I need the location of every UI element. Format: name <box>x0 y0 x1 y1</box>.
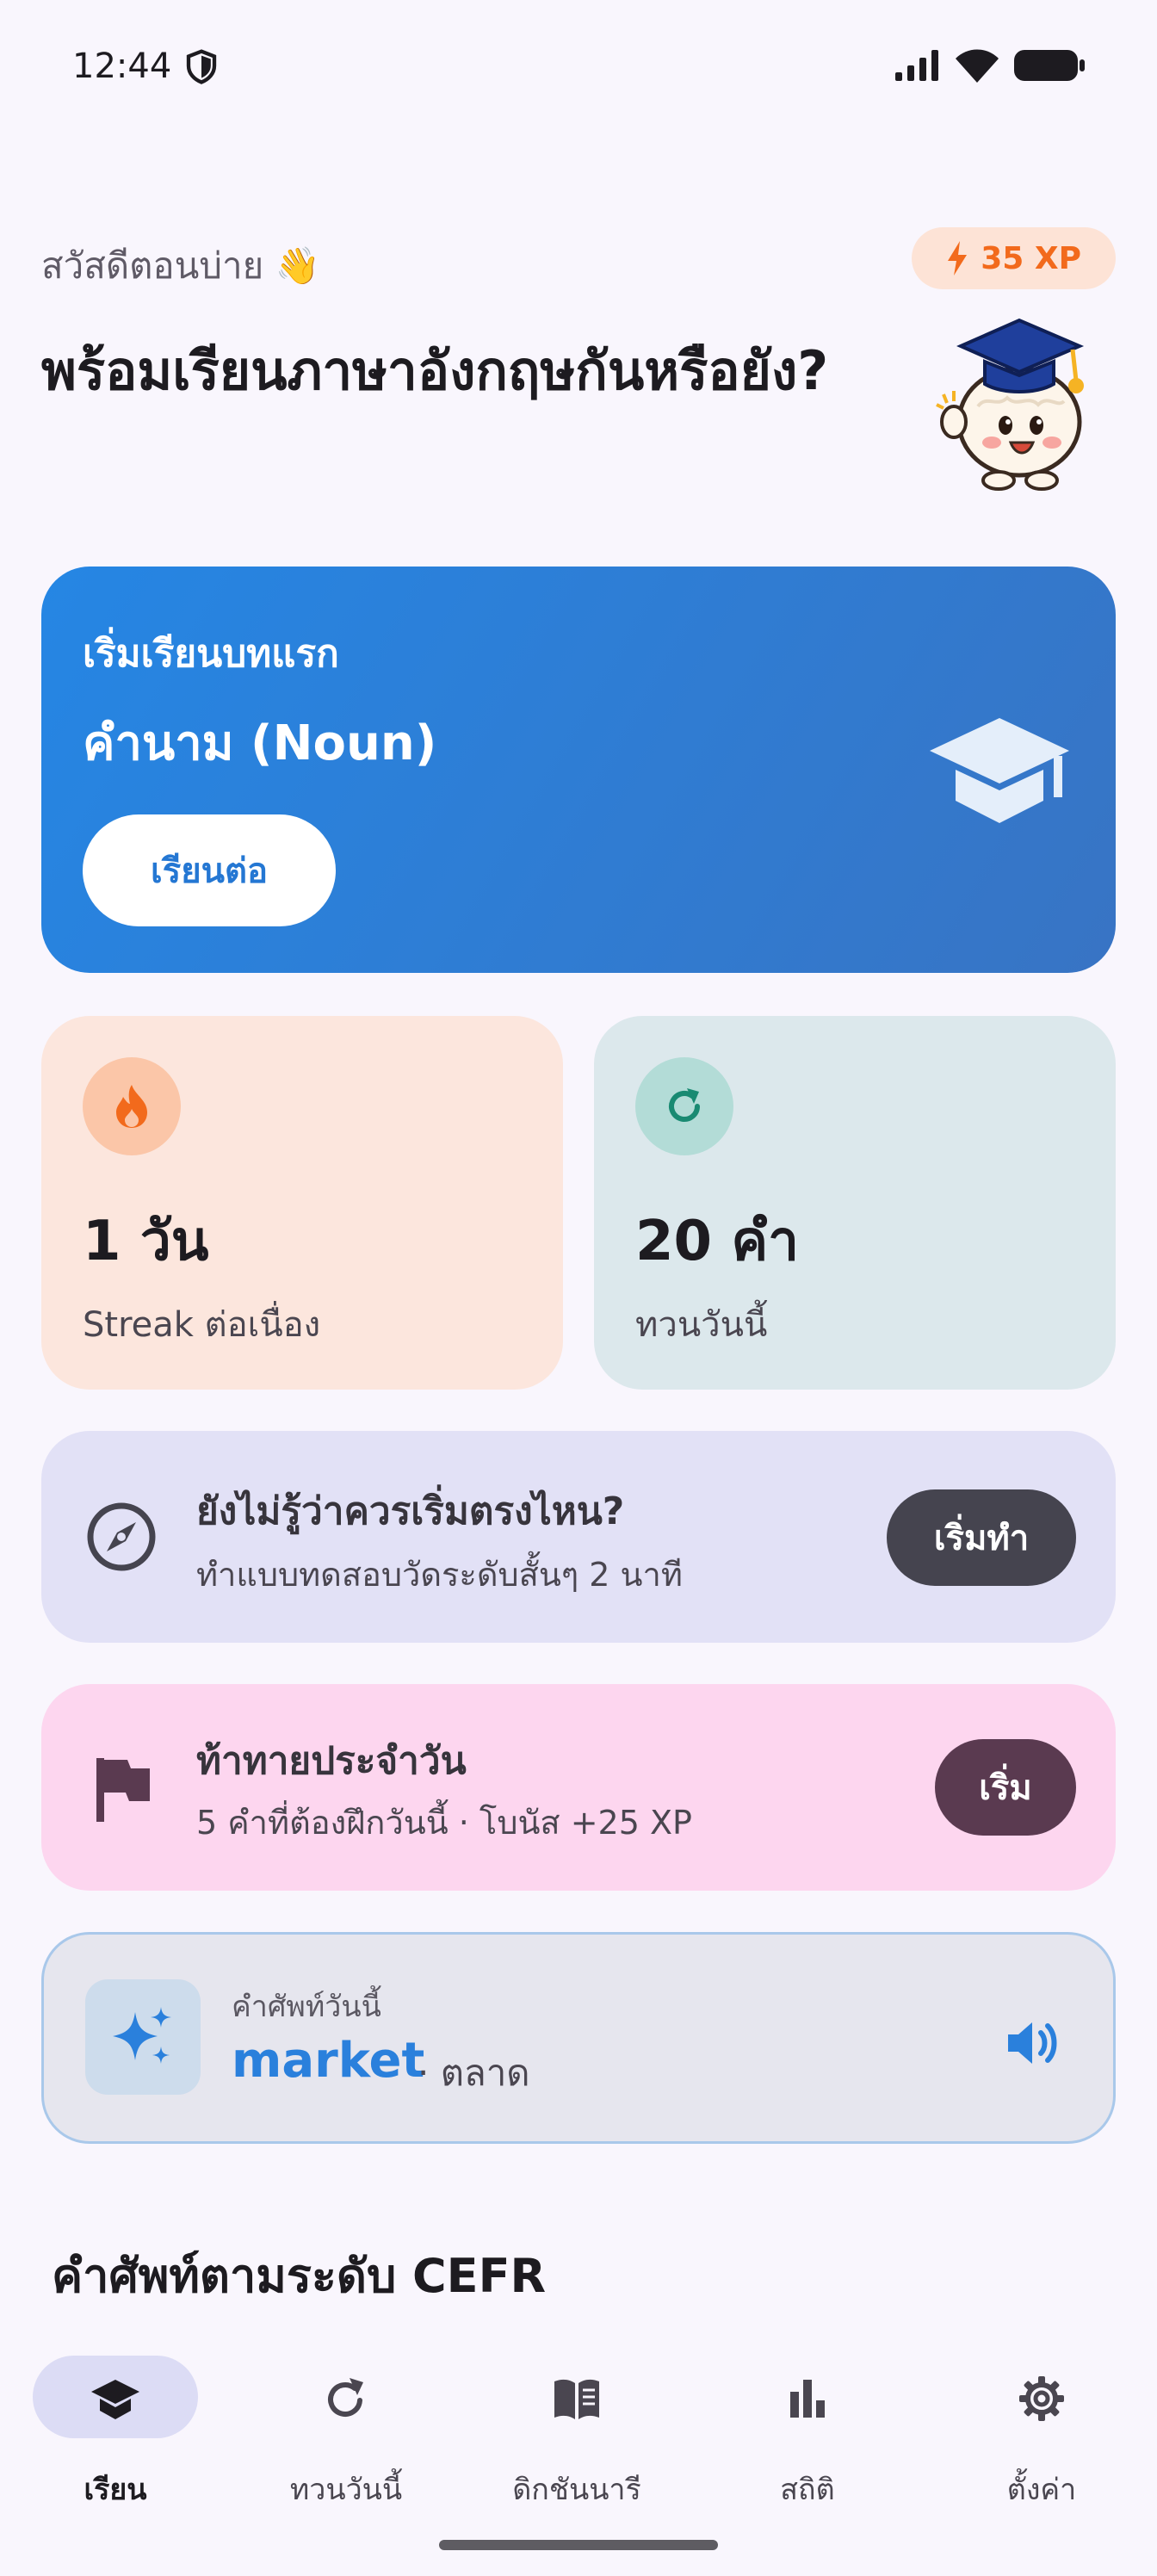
word-of-day-label: คำศัพท์วันนี้ <box>232 1990 381 2024</box>
nav-label-dictionary: ดิกชันนารี <box>512 2473 641 2507</box>
xp-value: 35 XP <box>981 240 1081 276</box>
greeting-text: สวัสดีตอนบ่าย 👋 <box>41 245 320 287</box>
hero-subtitle: เริ่มเรียนบทแรก <box>83 632 339 676</box>
placement-test-card[interactable]: ยังไม่รู้ว่าควรเริ่มตรงไหน? ทำแบบทดสอบวั… <box>41 1431 1116 1643</box>
daily-challenge-card[interactable]: ท้าทายประจำวัน 5 คำที่ต้องฝึกวันนี้ · โบ… <box>41 1684 1116 1891</box>
page-title: พร้อมเรียนภาษาอังกฤษกันหรือยัง? <box>41 339 829 402</box>
streak-value: 1 วัน <box>83 1210 209 1273</box>
gear-icon <box>1019 2376 1064 2421</box>
nav-item-review[interactable]: ทวนวันนี้ <box>231 2356 461 2511</box>
battery-icon <box>1014 50 1085 81</box>
nav-item-dictionary[interactable]: ดิกชันนารี <box>461 2356 692 2511</box>
challenge-title: ท้าทายประจำวัน <box>196 1739 467 1783</box>
word-of-day-word: market <box>232 2033 425 2089</box>
graduation-cap-icon <box>930 718 1069 823</box>
word-of-day-card[interactable]: คำศัพท์วันนี้ market · ตลาด <box>41 1932 1116 2144</box>
book-icon <box>554 2379 599 2419</box>
nav-label-review: ทวนวันนี้ <box>289 2473 403 2507</box>
nav-label-settings: ตั้งค่า <box>1006 2473 1077 2507</box>
lightning-icon <box>948 241 968 276</box>
bottom-navigation: เรียน ทวนวันนี้ ดิกชันนารี สถิติ ตั้งค่า <box>0 2321 1157 2576</box>
challenge-desc: 5 คำที่ต้องฝึกวันนี้ · โบนัส +25 XP <box>196 1804 692 1842</box>
review-value: 20 คำ <box>635 1210 800 1273</box>
review-icon-badge <box>635 1057 733 1155</box>
xp-badge[interactable]: 35 XP <box>912 227 1116 289</box>
home-indicator[interactable] <box>439 2540 718 2550</box>
review-label: ทวนวันนี้ <box>635 1305 768 1345</box>
refresh-icon <box>328 2378 363 2417</box>
start-placement-button[interactable]: เริ่มทำ <box>887 1489 1076 1586</box>
streak-label: Streak ต่อเนื่อง <box>83 1305 321 1345</box>
fire-icon <box>116 1085 147 1128</box>
bar-chart-icon <box>790 2380 825 2418</box>
mascot-icon <box>936 318 1085 491</box>
shield-icon <box>186 49 217 84</box>
hero-lesson-title: คำนาม (Noun) <box>83 715 437 771</box>
streak-icon-badge <box>83 1057 181 1155</box>
nav-label-stats: สถิติ <box>780 2473 835 2507</box>
cefr-section-title: คำศัพท์ตามระดับ CEFR <box>52 2249 547 2303</box>
word-of-day-meaning: · ตลาด <box>418 2052 530 2094</box>
nav-item-learn[interactable]: เรียน <box>0 2356 231 2511</box>
signal-icon <box>895 50 938 81</box>
status-time: 12:44 <box>72 46 172 86</box>
sparkle-icon <box>113 2007 171 2064</box>
wifi-icon <box>956 49 999 83</box>
continue-button[interactable]: เรียนต่อ <box>83 814 336 926</box>
nav-label-learn: เรียน <box>84 2473 147 2507</box>
streak-card[interactable]: 1 วัน Streak ต่อเนื่อง <box>41 1016 563 1390</box>
compass-icon <box>87 1502 156 1571</box>
placement-title: ยังไม่รู้ว่าควรเริ่มตรงไหน? <box>196 1489 625 1533</box>
speaker-icon[interactable] <box>1005 2019 1060 2067</box>
nav-item-stats[interactable]: สถิติ <box>692 2356 923 2511</box>
flag-icon <box>96 1758 150 1822</box>
nav-item-settings[interactable]: ตั้งค่า <box>926 2356 1157 2511</box>
graduation-cap-icon <box>91 2380 139 2419</box>
continue-lesson-card[interactable]: เริ่มเรียนบทแรก คำนาม (Noun) เรียนต่อ <box>41 567 1116 973</box>
refresh-icon <box>669 1088 700 1122</box>
start-challenge-button[interactable]: เริ่ม <box>935 1739 1076 1836</box>
placement-desc: ทำแบบทดสอบวัดระดับสั้นๆ 2 นาที <box>196 1556 683 1594</box>
sparkle-icon-box <box>85 1979 201 2095</box>
review-card[interactable]: 20 คำ ทวนวันนี้ <box>594 1016 1116 1390</box>
